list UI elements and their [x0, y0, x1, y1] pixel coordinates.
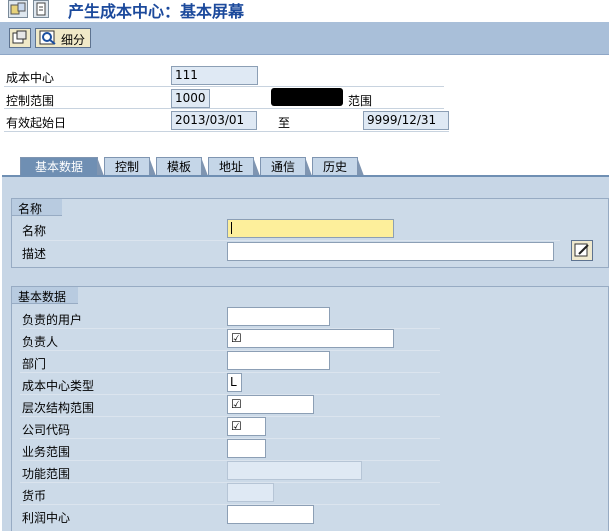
cost-center-category-input[interactable]: L — [227, 373, 242, 392]
detail-button[interactable]: 细分 — [35, 28, 91, 48]
valid-to-field: 9999/12/31 — [363, 111, 449, 130]
names-group-title: 名称 — [18, 202, 43, 216]
person-responsible-label: 负责人 — [22, 335, 59, 349]
required-check-icon: ☑ — [231, 397, 242, 411]
company-code-input[interactable]: ☑ — [227, 417, 266, 436]
profit-center-label: 利润中心 — [22, 511, 71, 525]
valid-to-label: 至 — [278, 116, 291, 130]
tab-basic-data[interactable]: 基本数据 — [20, 157, 104, 176]
pencil-icon — [574, 243, 589, 257]
business-area-input[interactable] — [227, 439, 266, 458]
basic-data-group-title: 基本数据 — [18, 290, 67, 304]
tab-control[interactable]: 控制 — [104, 157, 156, 176]
hierarchy-area-label: 层次结构范围 — [22, 401, 95, 415]
header-separator — [4, 131, 449, 132]
cost-center-field: 111 — [171, 66, 258, 85]
page-title: 产生成本中心：基本屏幕 — [68, 2, 245, 21]
edit-text-button[interactable] — [571, 240, 593, 261]
tab-label: 通信 — [270, 160, 295, 174]
controlling-area-field: 1000 — [171, 89, 210, 108]
functional-area-input — [227, 461, 362, 480]
department-input[interactable] — [227, 351, 330, 370]
tab-label: 地址 — [218, 160, 243, 174]
header-separator — [4, 86, 444, 87]
redacted-block — [271, 88, 343, 106]
controlling-area-description: 范围 — [348, 94, 373, 108]
text-cursor — [231, 222, 232, 234]
document-icon[interactable] — [33, 0, 49, 18]
menu-icon[interactable] — [8, 0, 28, 18]
header-separator — [4, 108, 444, 109]
tab-address[interactable]: 地址 — [208, 157, 260, 176]
tab-label: 基本数据 — [34, 160, 83, 174]
cost-center-label: 成本中心 — [6, 71, 55, 85]
tab-template[interactable]: 模板 — [156, 157, 208, 176]
business-area-label: 业务范围 — [22, 445, 71, 459]
tab-communication[interactable]: 通信 — [260, 157, 312, 176]
detail-button-label: 细分 — [61, 33, 86, 47]
currency-input — [227, 483, 274, 502]
title-bar: 产生成本中心：基本屏幕 — [0, 0, 609, 22]
responsible-user-label: 负责的用户 — [22, 313, 83, 327]
name-label: 名称 — [22, 224, 47, 238]
tab-history[interactable]: 历史 — [312, 157, 364, 176]
hierarchy-area-input[interactable]: ☑ — [227, 395, 314, 414]
department-label: 部门 — [22, 357, 47, 371]
valid-from-field: 2013/03/01 — [171, 111, 257, 130]
magnifier-icon — [39, 30, 56, 45]
company-code-label: 公司代码 — [22, 423, 71, 437]
name-input[interactable] — [227, 219, 394, 238]
application-toolbar: 细分 — [0, 22, 609, 55]
row-separator — [20, 240, 560, 241]
functional-area-label: 功能范围 — [22, 467, 71, 481]
tab-label: 控制 — [114, 160, 139, 174]
valid-from-label: 有效起始日 — [6, 116, 67, 130]
required-check-icon: ☑ — [231, 331, 242, 345]
currency-label: 货币 — [22, 489, 47, 503]
required-check-icon: ☑ — [231, 419, 242, 433]
controlling-area-label: 控制范围 — [6, 94, 55, 108]
person-responsible-input[interactable]: ☑ — [227, 329, 394, 348]
new-window-icon — [12, 30, 27, 44]
description-label: 描述 — [22, 247, 47, 261]
tab-label: 模板 — [166, 160, 191, 174]
responsible-user-input[interactable] — [227, 307, 330, 326]
profit-center-input[interactable] — [227, 505, 314, 524]
description-input[interactable] — [227, 242, 554, 261]
tab-label: 历史 — [322, 160, 347, 174]
new-window-button[interactable] — [9, 28, 31, 48]
cost-center-category-label: 成本中心类型 — [22, 379, 95, 393]
